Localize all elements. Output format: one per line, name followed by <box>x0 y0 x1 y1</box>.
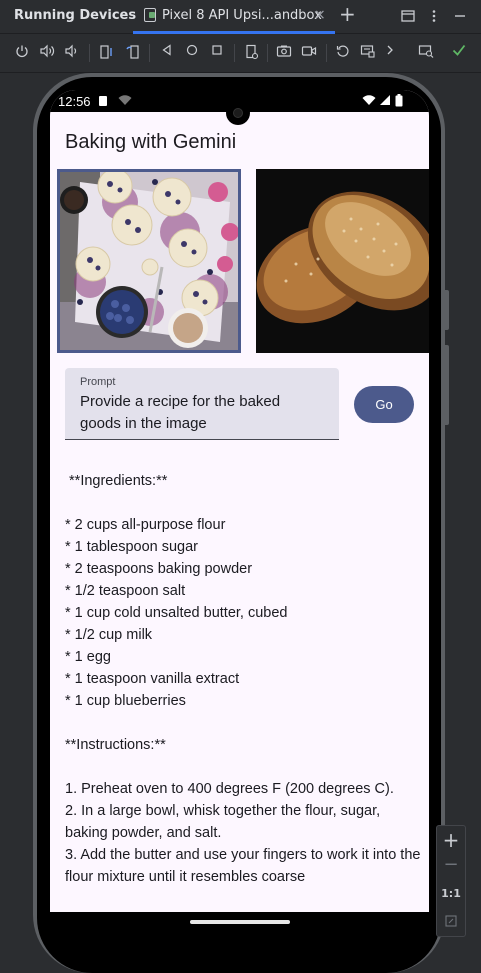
back-icon[interactable] <box>159 44 175 60</box>
toolbar-divider <box>267 44 268 62</box>
power-icon[interactable] <box>14 44 30 60</box>
signal-icon <box>380 94 391 109</box>
bread-photo <box>256 169 429 353</box>
device-screen[interactable]: 12:56 Baking with Gemini Prompt Provide … <box>50 90 429 912</box>
image-blueberry-scones[interactable] <box>57 169 241 353</box>
panel-title: Running Devices <box>14 8 137 23</box>
battery-icon <box>395 94 403 110</box>
device-tab-label: Pixel 8 API Upsi...andbox <box>162 8 322 23</box>
device-explorer-icon[interactable] <box>418 44 434 60</box>
toolbar-divider <box>326 44 327 62</box>
more-icon[interactable] <box>382 44 398 60</box>
phone-volume-button <box>445 290 449 330</box>
zoom-out-button[interactable]: − <box>437 854 465 875</box>
rotate-right-icon[interactable] <box>124 44 140 60</box>
new-tab-button[interactable]: + <box>339 4 356 24</box>
wifi-icon <box>362 95 376 109</box>
phone-power-button <box>445 345 449 425</box>
device-controls-icon[interactable] <box>360 44 376 60</box>
device-tab[interactable]: Pixel 8 API Upsi...andbox × <box>133 0 335 34</box>
fit-screen-icon[interactable] <box>437 912 465 931</box>
notification-icon <box>98 95 108 110</box>
status-time: 12:56 <box>58 94 91 109</box>
volume-down-icon[interactable] <box>64 44 80 60</box>
volume-up-icon[interactable] <box>39 44 55 60</box>
close-tab-icon[interactable]: × <box>314 7 326 23</box>
device-posture-icon[interactable] <box>244 44 260 60</box>
scones-photo <box>60 172 238 350</box>
options-icon[interactable] <box>427 9 441 27</box>
device-icon <box>144 8 156 22</box>
toolbar-divider <box>149 44 150 62</box>
window-controls <box>391 0 481 33</box>
rotate-left-icon[interactable] <box>99 44 115 60</box>
zoom-in-button[interactable]: + <box>437 828 465 852</box>
toolbar-divider <box>234 44 235 62</box>
go-button[interactable]: Go <box>354 386 414 423</box>
prompt-input[interactable]: Provide a recipe for the baked goods in … <box>80 391 320 435</box>
wifi-off-icon <box>118 95 132 109</box>
device-toolbar <box>0 34 481 73</box>
gesture-navigation-bar[interactable] <box>190 920 290 924</box>
layout-icon[interactable] <box>401 9 415 27</box>
app-title: Baking with Gemini <box>65 131 237 153</box>
prompt-field-label: Prompt <box>80 376 116 388</box>
front-camera <box>226 101 250 125</box>
home-icon[interactable] <box>184 44 200 60</box>
actual-size-button[interactable]: 1:1 <box>437 887 465 900</box>
screen-record-icon[interactable] <box>301 44 317 60</box>
overview-icon[interactable] <box>209 44 225 60</box>
minimize-icon[interactable] <box>453 9 467 27</box>
image-bread-loaves[interactable] <box>256 169 429 353</box>
snapshot-icon[interactable] <box>335 44 351 60</box>
ide-tab-bar: Running Devices Pixel 8 API Upsi...andbo… <box>0 0 481 34</box>
zoom-controls: + − 1:1 <box>436 825 466 937</box>
check-icon[interactable] <box>451 44 467 60</box>
prompt-field[interactable]: Prompt Provide a recipe for the baked go… <box>65 368 339 440</box>
screenshot-icon[interactable] <box>276 44 292 60</box>
toolbar-divider <box>89 44 90 62</box>
gemini-response-text: **Ingredients:** * 2 cups all-purpose fl… <box>65 473 421 885</box>
